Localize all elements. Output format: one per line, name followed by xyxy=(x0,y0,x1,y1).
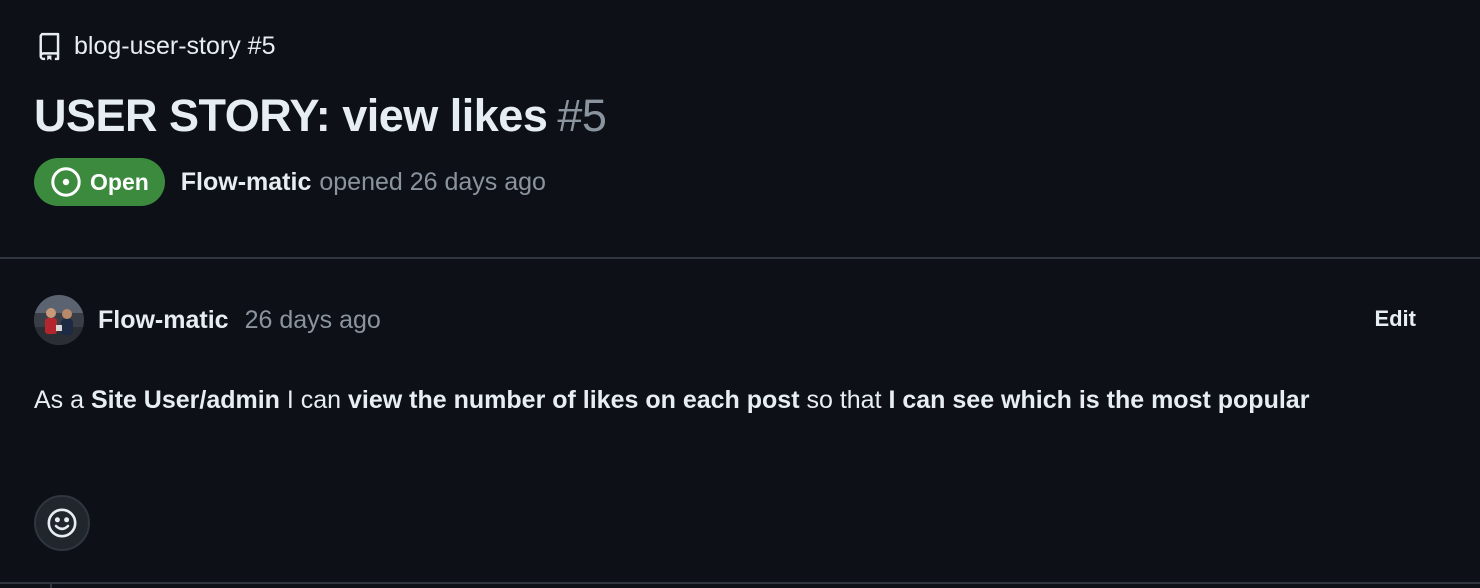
opened-timestamp: opened 26 days ago xyxy=(319,167,546,196)
comment-author-link[interactable]: Flow-matic xyxy=(98,306,229,335)
issue-title: USER STORY: view likes xyxy=(34,90,548,141)
repo-name-number[interactable]: blog-user-story #5 xyxy=(74,28,275,64)
avatar[interactable] xyxy=(34,295,84,345)
footer-divider xyxy=(0,582,1480,584)
add-reaction-button[interactable] xyxy=(34,495,90,551)
header-divider xyxy=(0,257,1480,259)
repo-breadcrumb[interactable]: blog-user-story #5 xyxy=(36,28,275,64)
comment-body: As a Site User/admin I can view the numb… xyxy=(34,379,1414,421)
body-text-1: As a xyxy=(34,386,91,414)
comment-header: Flow-matic 26 days ago Edit xyxy=(34,294,1434,346)
repo-icon xyxy=(36,30,64,62)
issue-opened-icon xyxy=(51,167,81,197)
body-text-2: I can xyxy=(279,386,349,414)
body-bold-2: view the number of likes on each post xyxy=(348,386,800,414)
body-text-3: so that xyxy=(799,386,889,414)
edit-button[interactable]: Edit xyxy=(1374,302,1416,336)
body-bold-3: I can see which is the most popular xyxy=(888,386,1310,414)
issue-author-link[interactable]: Flow-matic xyxy=(181,168,312,197)
timeline-line xyxy=(50,582,52,588)
state-badge: Open xyxy=(34,158,165,206)
smiley-icon xyxy=(47,508,77,538)
issue-number: #5 xyxy=(557,90,607,141)
body-bold-1: Site User/admin xyxy=(90,386,280,414)
comment-timestamp[interactable]: 26 days ago xyxy=(245,306,381,335)
issue-title-heading: USER STORY: view likes #5 xyxy=(34,88,607,144)
state-label: Open xyxy=(90,168,149,195)
issue-meta: Open Flow-matic opened 26 days ago xyxy=(34,158,546,206)
